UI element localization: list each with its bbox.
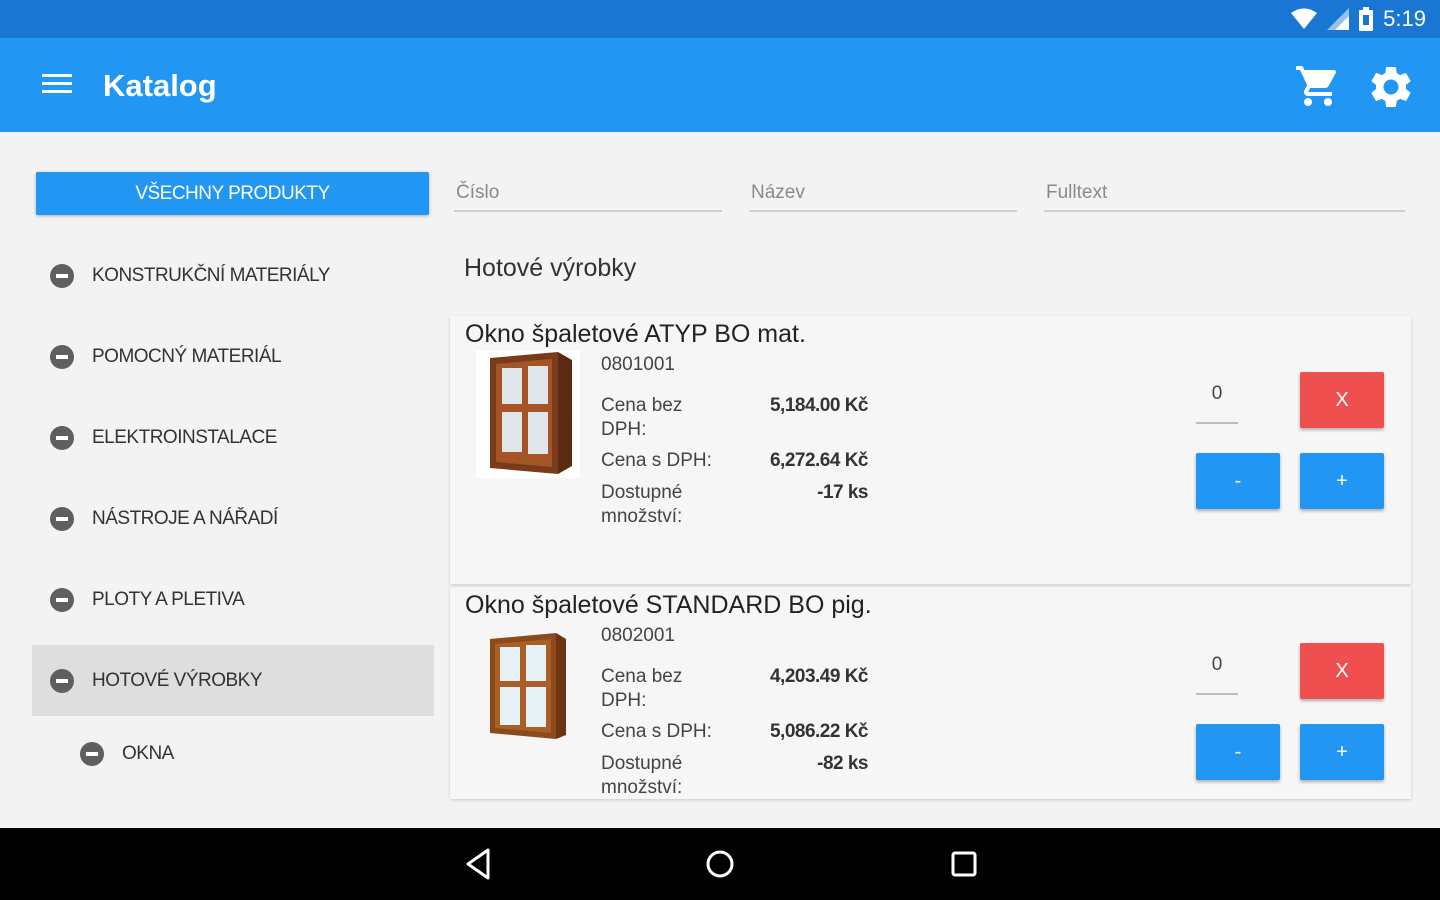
- category-elektroinstalace[interactable]: ELEKTROINSTALACE: [32, 402, 434, 473]
- collapse-icon: [80, 741, 104, 766]
- stock-label: Dostupné množství:: [601, 753, 683, 798]
- status-time: 5:19: [1383, 6, 1426, 31]
- product-image: [476, 350, 580, 478]
- price-excl-value: 4,203.49 Kč: [769, 666, 869, 687]
- product-card[interactable]: Okno špaletové STANDARD BO pig. 0802001 …: [450, 587, 1411, 799]
- category-hotove-vyrobky[interactable]: HOTOVÉ VÝROBKY: [32, 645, 434, 716]
- home-icon[interactable]: [700, 844, 740, 884]
- quantity-input[interactable]: 0: [1196, 643, 1238, 695]
- price-excl-label: Cena bez DPH:: [601, 666, 683, 711]
- increase-button[interactable]: +: [1300, 724, 1384, 780]
- all-products-button[interactable]: VŠECHNY PRODUKTY: [36, 172, 429, 215]
- price-incl-label: Cena s DPH:: [601, 721, 712, 742]
- product-card[interactable]: Okno špaletové ATYP BO mat. 0801001 Cena…: [450, 316, 1411, 584]
- category-label: HOTOVÉ VÝROBKY: [92, 669, 263, 691]
- category-label: POMOCNÝ MATERIÁL: [92, 345, 282, 367]
- category-label: ELEKTROINSTALACE: [92, 426, 277, 448]
- collapse-icon: [50, 668, 74, 693]
- category-nastroje-a-naradi[interactable]: NÁSTROJE A NÁŘADÍ: [32, 483, 434, 554]
- back-icon[interactable]: [458, 844, 498, 884]
- fulltext-search-input[interactable]: Fulltext: [1044, 176, 1405, 212]
- price-excl-label: Cena bez DPH:: [601, 395, 683, 440]
- collapse-icon: [50, 344, 74, 369]
- category-label: KONSTRUKČNÍ MATERIÁLY: [92, 264, 330, 286]
- remove-button[interactable]: X: [1300, 372, 1384, 428]
- category-label: OKNA: [122, 742, 174, 764]
- quantity-input[interactable]: 0: [1196, 372, 1238, 424]
- collapse-icon: [50, 587, 74, 612]
- product-name: Okno špaletové ATYP BO mat.: [465, 320, 806, 348]
- recents-icon[interactable]: [944, 844, 984, 884]
- battery-icon: [1359, 7, 1374, 31]
- price-incl-label: Cena s DPH:: [601, 450, 712, 471]
- stock-value: -17 ks: [817, 482, 868, 503]
- price-excl-value: 5,184.00 Kč: [769, 395, 869, 416]
- collapse-icon: [50, 506, 74, 531]
- product-name: Okno špaletové STANDARD BO pig.: [465, 591, 872, 619]
- category-label: NÁSTROJE A NÁŘADÍ: [92, 507, 278, 529]
- number-search-input[interactable]: Číslo: [454, 176, 722, 212]
- category-label: PLOTY A PLETIVA: [92, 588, 245, 610]
- product-image: [476, 621, 580, 749]
- collapse-icon: [50, 263, 74, 288]
- name-search-input[interactable]: Název: [749, 176, 1017, 212]
- wifi-icon: [1291, 8, 1318, 29]
- decrease-button[interactable]: -: [1196, 453, 1280, 509]
- category-ploty-a-pletiva[interactable]: PLOTY A PLETIVA: [32, 564, 434, 635]
- category-okna[interactable]: OKNA: [32, 718, 434, 789]
- status-bar: 5:19: [0, 0, 1440, 38]
- collapse-icon: [50, 425, 74, 450]
- section-title: Hotové výrobky: [464, 254, 637, 282]
- cart-icon[interactable]: [1294, 62, 1342, 110]
- category-pomocny-material[interactable]: POMOCNÝ MATERIÁL: [32, 321, 434, 392]
- price-incl-value: 6,272.64 Kč: [769, 450, 869, 471]
- system-nav-bar: [0, 828, 1440, 900]
- category-konstrukcni-materialy[interactable]: KONSTRUKČNÍ MATERIÁLY: [32, 240, 434, 311]
- product-code: 0802001: [601, 625, 675, 646]
- gear-icon[interactable]: [1366, 62, 1416, 112]
- page-title: Katalog: [103, 68, 217, 103]
- stock-value: -82 ks: [817, 753, 868, 774]
- decrease-button[interactable]: -: [1196, 724, 1280, 780]
- stock-label: Dostupné množství:: [601, 482, 683, 527]
- signal-icon: [1327, 8, 1350, 30]
- price-incl-value: 5,086.22 Kč: [769, 721, 869, 742]
- increase-button[interactable]: +: [1300, 453, 1384, 509]
- remove-button[interactable]: X: [1300, 643, 1384, 699]
- product-code: 0801001: [601, 354, 675, 375]
- app-bar: Katalog: [0, 38, 1440, 132]
- menu-icon[interactable]: [42, 74, 78, 98]
